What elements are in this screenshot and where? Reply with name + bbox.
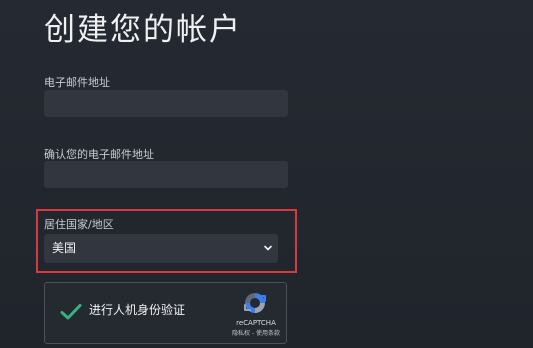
recaptcha-widget[interactable]: 进行人机身份验证 reCAPTCHA 隐私权 - 使用条款 (44, 282, 287, 344)
country-select[interactable]: 美国 (44, 234, 278, 263)
recaptcha-brand: reCAPTCHA (236, 319, 276, 327)
country-selected-value: 美国 (52, 241, 77, 255)
chevron-down-icon (264, 245, 272, 251)
confirm-email-field[interactable] (44, 161, 288, 188)
page-title: 创建您的帐户 (44, 12, 242, 48)
confirm-email-label: 确认您的电子邮件地址 (44, 148, 154, 161)
recaptcha-links[interactable]: 隐私权 - 使用条款 (227, 330, 285, 337)
create-account-page: 创建您的帐户 电子邮件地址 确认您的电子邮件地址 居住国家/地区 美国 进行人机… (0, 0, 533, 348)
country-label: 居住国家/地区 (44, 218, 114, 231)
captcha-text: 进行人机身份验证 (89, 303, 186, 317)
recaptcha-icon (244, 293, 266, 313)
email-field[interactable] (44, 90, 288, 117)
email-field-container (44, 90, 288, 117)
confirm-email-field-container (44, 161, 288, 188)
checkmark-icon[interactable] (59, 300, 83, 324)
email-label: 电子邮件地址 (44, 76, 110, 89)
